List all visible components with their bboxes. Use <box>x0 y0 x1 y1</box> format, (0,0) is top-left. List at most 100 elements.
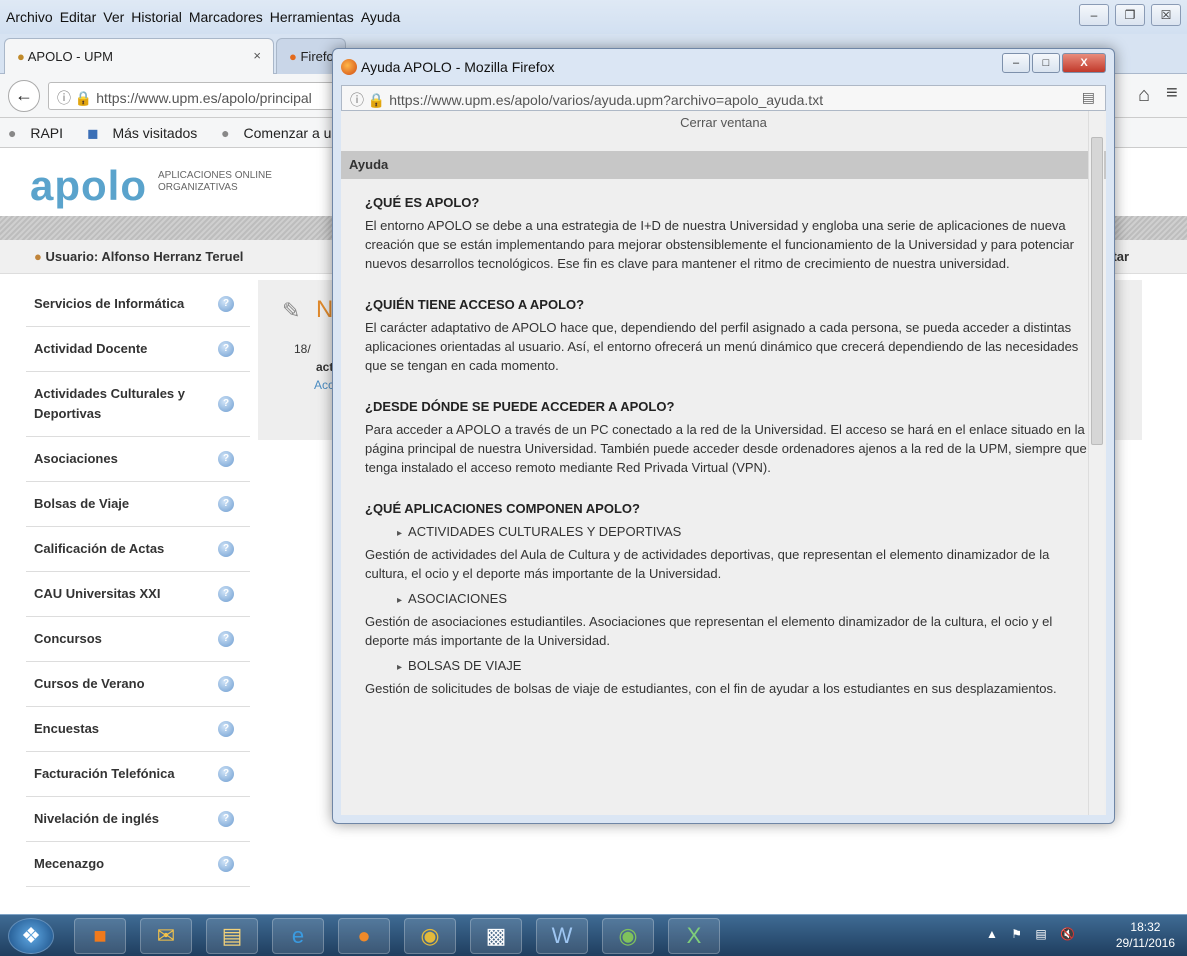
info-icon: ⓘ <box>57 90 71 106</box>
taskbar-ie[interactable]: e <box>272 918 324 954</box>
firefox-icon <box>341 59 357 75</box>
sidebar-item-cursos-verano[interactable]: Cursos de Verano? <box>26 662 250 707</box>
help-section: ¿QUIÉN TIENE ACCESO A APOLO? El carácter… <box>341 297 1106 375</box>
menu-herramientas[interactable]: Herramientas <box>270 9 354 25</box>
menubar: Archivo Editar Ver Historial Marcadores … <box>0 0 1187 34</box>
help-icon[interactable]: ? <box>218 296 234 312</box>
sidebar-item-concursos[interactable]: Concursos? <box>26 617 250 662</box>
popup-close-button[interactable]: X <box>1062 53 1106 73</box>
flag-icon[interactable]: ⚑ <box>1011 927 1022 941</box>
bookmark-most-visited[interactable]: ◼ Más visitados <box>87 125 207 141</box>
user-label: Usuario: Alfonso Herranz Teruel <box>45 249 244 264</box>
help-icon[interactable]: ? <box>218 396 234 412</box>
lock-icon: 🔒 <box>367 92 386 108</box>
clock[interactable]: 18:32 29/11/2016 <box>1116 919 1175 951</box>
restore-button[interactable]: ❐ <box>1115 4 1145 26</box>
help-icon[interactable]: ? <box>218 496 234 512</box>
popup-title: Ayuda APOLO - Mozilla Firefox <box>361 59 555 75</box>
clock-date: 29/11/2016 <box>1115 936 1175 950</box>
taskbar-word[interactable]: W <box>536 918 588 954</box>
tab-close-icon[interactable]: × <box>253 48 261 63</box>
frog-icon: ◉ <box>618 923 638 948</box>
help-icon[interactable]: ? <box>218 676 234 692</box>
taskbar-outlook[interactable]: ✉ <box>140 918 192 954</box>
section-heading: ¿DESDE DÓNDE SE PUEDE ACCEDER A APOLO? <box>365 399 675 414</box>
user-name: ● Usuario: Alfonso Herranz Teruel <box>34 249 243 264</box>
help-icon[interactable]: ? <box>218 766 234 782</box>
excel-icon: X <box>686 923 702 948</box>
menu-marcadores[interactable]: Marcadores <box>189 9 263 25</box>
help-icon[interactable]: ? <box>218 541 234 557</box>
news-link-fragment[interactable]: Acc <box>314 378 334 392</box>
section-heading: ¿QUIÉN TIENE ACCESO A APOLO? <box>365 297 585 312</box>
reader-view-icon[interactable]: ▤ <box>1082 89 1095 106</box>
sidebar-item-calificacion-actas[interactable]: Calificación de Actas? <box>26 527 250 572</box>
sidebar-item-mecenazgo[interactable]: Mecenazgo? <box>26 842 250 887</box>
app-name: BOLSAS DE VIAJE <box>365 658 1088 673</box>
menu-editar[interactable]: Editar <box>60 9 97 25</box>
close-window-link[interactable]: Cerrar ventana <box>341 111 1106 151</box>
url-bar[interactable]: ⓘ 🔒 https://www.upm.es/apolo/principal <box>48 82 348 110</box>
help-icon[interactable]: ? <box>218 586 234 602</box>
globe-icon: ● <box>221 125 230 141</box>
help-icon[interactable]: ? <box>218 721 234 737</box>
back-button[interactable]: ← <box>8 80 40 112</box>
taskbar-game[interactable]: ◉ <box>602 918 654 954</box>
app-description: Gestión de actividades del Aula de Cultu… <box>365 547 1050 581</box>
help-icon[interactable]: ? <box>218 811 234 827</box>
logo-subtitle: APLICACIONES ONLINE ORGANIZATIVAS <box>158 170 272 194</box>
sidebar-item-label: Cursos de Verano <box>34 676 145 691</box>
sidebar-item-label: CAU Universitas XXI <box>34 586 161 601</box>
tab-apolo[interactable]: ● APOLO - UPM × <box>4 38 274 74</box>
sidebar-item-encuestas[interactable]: Encuestas? <box>26 707 250 752</box>
chrome-icon: ◉ <box>420 923 440 948</box>
taskbar: ❖ ■ ✉ ▤ e ● ◉ ▩ W ◉ X ▲ ⚑ ▤ 🔇 18:32 29/1… <box>0 914 1187 956</box>
sidebar-item-label: Actividad Docente <box>34 341 148 356</box>
help-icon[interactable]: ? <box>218 451 234 467</box>
help-icon[interactable]: ? <box>218 856 234 872</box>
close-button[interactable]: ☒ <box>1151 4 1181 26</box>
popup-url-text: https://www.upm.es/apolo/varios/ayuda.up… <box>389 92 824 108</box>
clock-time: 18:32 <box>1130 920 1161 934</box>
start-button[interactable]: ❖ <box>8 918 54 954</box>
bookmark-rapi[interactable]: ● RAPI <box>8 125 73 141</box>
section-text: Para acceder a APOLO a través de un PC c… <box>365 422 1087 475</box>
popup-scrollbar[interactable] <box>1088 111 1104 815</box>
sidebar-item-actividades-culturales[interactable]: Actividades Culturales y Deportivas? <box>26 372 250 437</box>
logo-subtitle-line: APLICACIONES ONLINE <box>158 170 272 181</box>
taskbar-remote[interactable]: ▩ <box>470 918 522 954</box>
tray-expand-icon[interactable]: ▲ <box>986 927 998 941</box>
windows-logo-icon: ❖ <box>21 923 41 948</box>
section-heading: ¿QUÉ APLICACIONES COMPONEN APOLO? <box>365 501 640 516</box>
sidebar-item-servicios-informatica[interactable]: Servicios de Informática? <box>26 282 250 327</box>
menu-archivo[interactable]: Archivo <box>6 9 53 25</box>
popup-minimize-button[interactable]: – <box>1002 53 1030 73</box>
minimize-button[interactable]: – <box>1079 4 1109 26</box>
popup-url-bar[interactable]: ⓘ 🔒 https://www.upm.es/apolo/varios/ayud… <box>341 85 1106 111</box>
sidebar-item-bolsas-viaje[interactable]: Bolsas de Viaje? <box>26 482 250 527</box>
taskbar-explorer[interactable]: ▤ <box>206 918 258 954</box>
sidebar-item-cau[interactable]: CAU Universitas XXI? <box>26 572 250 617</box>
taskbar-office[interactable]: ■ <box>74 918 126 954</box>
menu-ayuda[interactable]: Ayuda <box>361 9 400 25</box>
menu-ver[interactable]: Ver <box>103 9 124 25</box>
taskbar-excel[interactable]: X <box>668 918 720 954</box>
home-icon[interactable]: ⌂ <box>1138 84 1150 107</box>
help-icon[interactable]: ? <box>218 631 234 647</box>
menu-historial[interactable]: Historial <box>131 9 182 25</box>
sidebar-item-facturacion[interactable]: Facturación Telefónica? <box>26 752 250 797</box>
popup-maximize-button[interactable]: □ <box>1032 53 1060 73</box>
volume-muted-icon[interactable]: 🔇 <box>1060 927 1075 941</box>
sidebar-item-label: Servicios de Informática <box>34 296 185 311</box>
sidebar-item-label: Concursos <box>34 631 102 646</box>
sidebar-item-nivelacion-ingles[interactable]: Nivelación de inglés? <box>26 797 250 842</box>
sidebar-item-actividad-docente[interactable]: Actividad Docente? <box>26 327 250 372</box>
network-icon[interactable]: ▤ <box>1035 927 1046 941</box>
taskbar-chrome[interactable]: ◉ <box>404 918 456 954</box>
help-icon[interactable]: ? <box>218 341 234 357</box>
sidebar-item-asociaciones[interactable]: Asociaciones? <box>26 437 250 482</box>
scrollbar-thumb[interactable] <box>1091 137 1103 445</box>
taskbar-firefox[interactable]: ● <box>338 918 390 954</box>
sidebar-item-label: Calificación de Actas <box>34 541 165 556</box>
menu-icon[interactable]: ≡ <box>1166 82 1178 105</box>
